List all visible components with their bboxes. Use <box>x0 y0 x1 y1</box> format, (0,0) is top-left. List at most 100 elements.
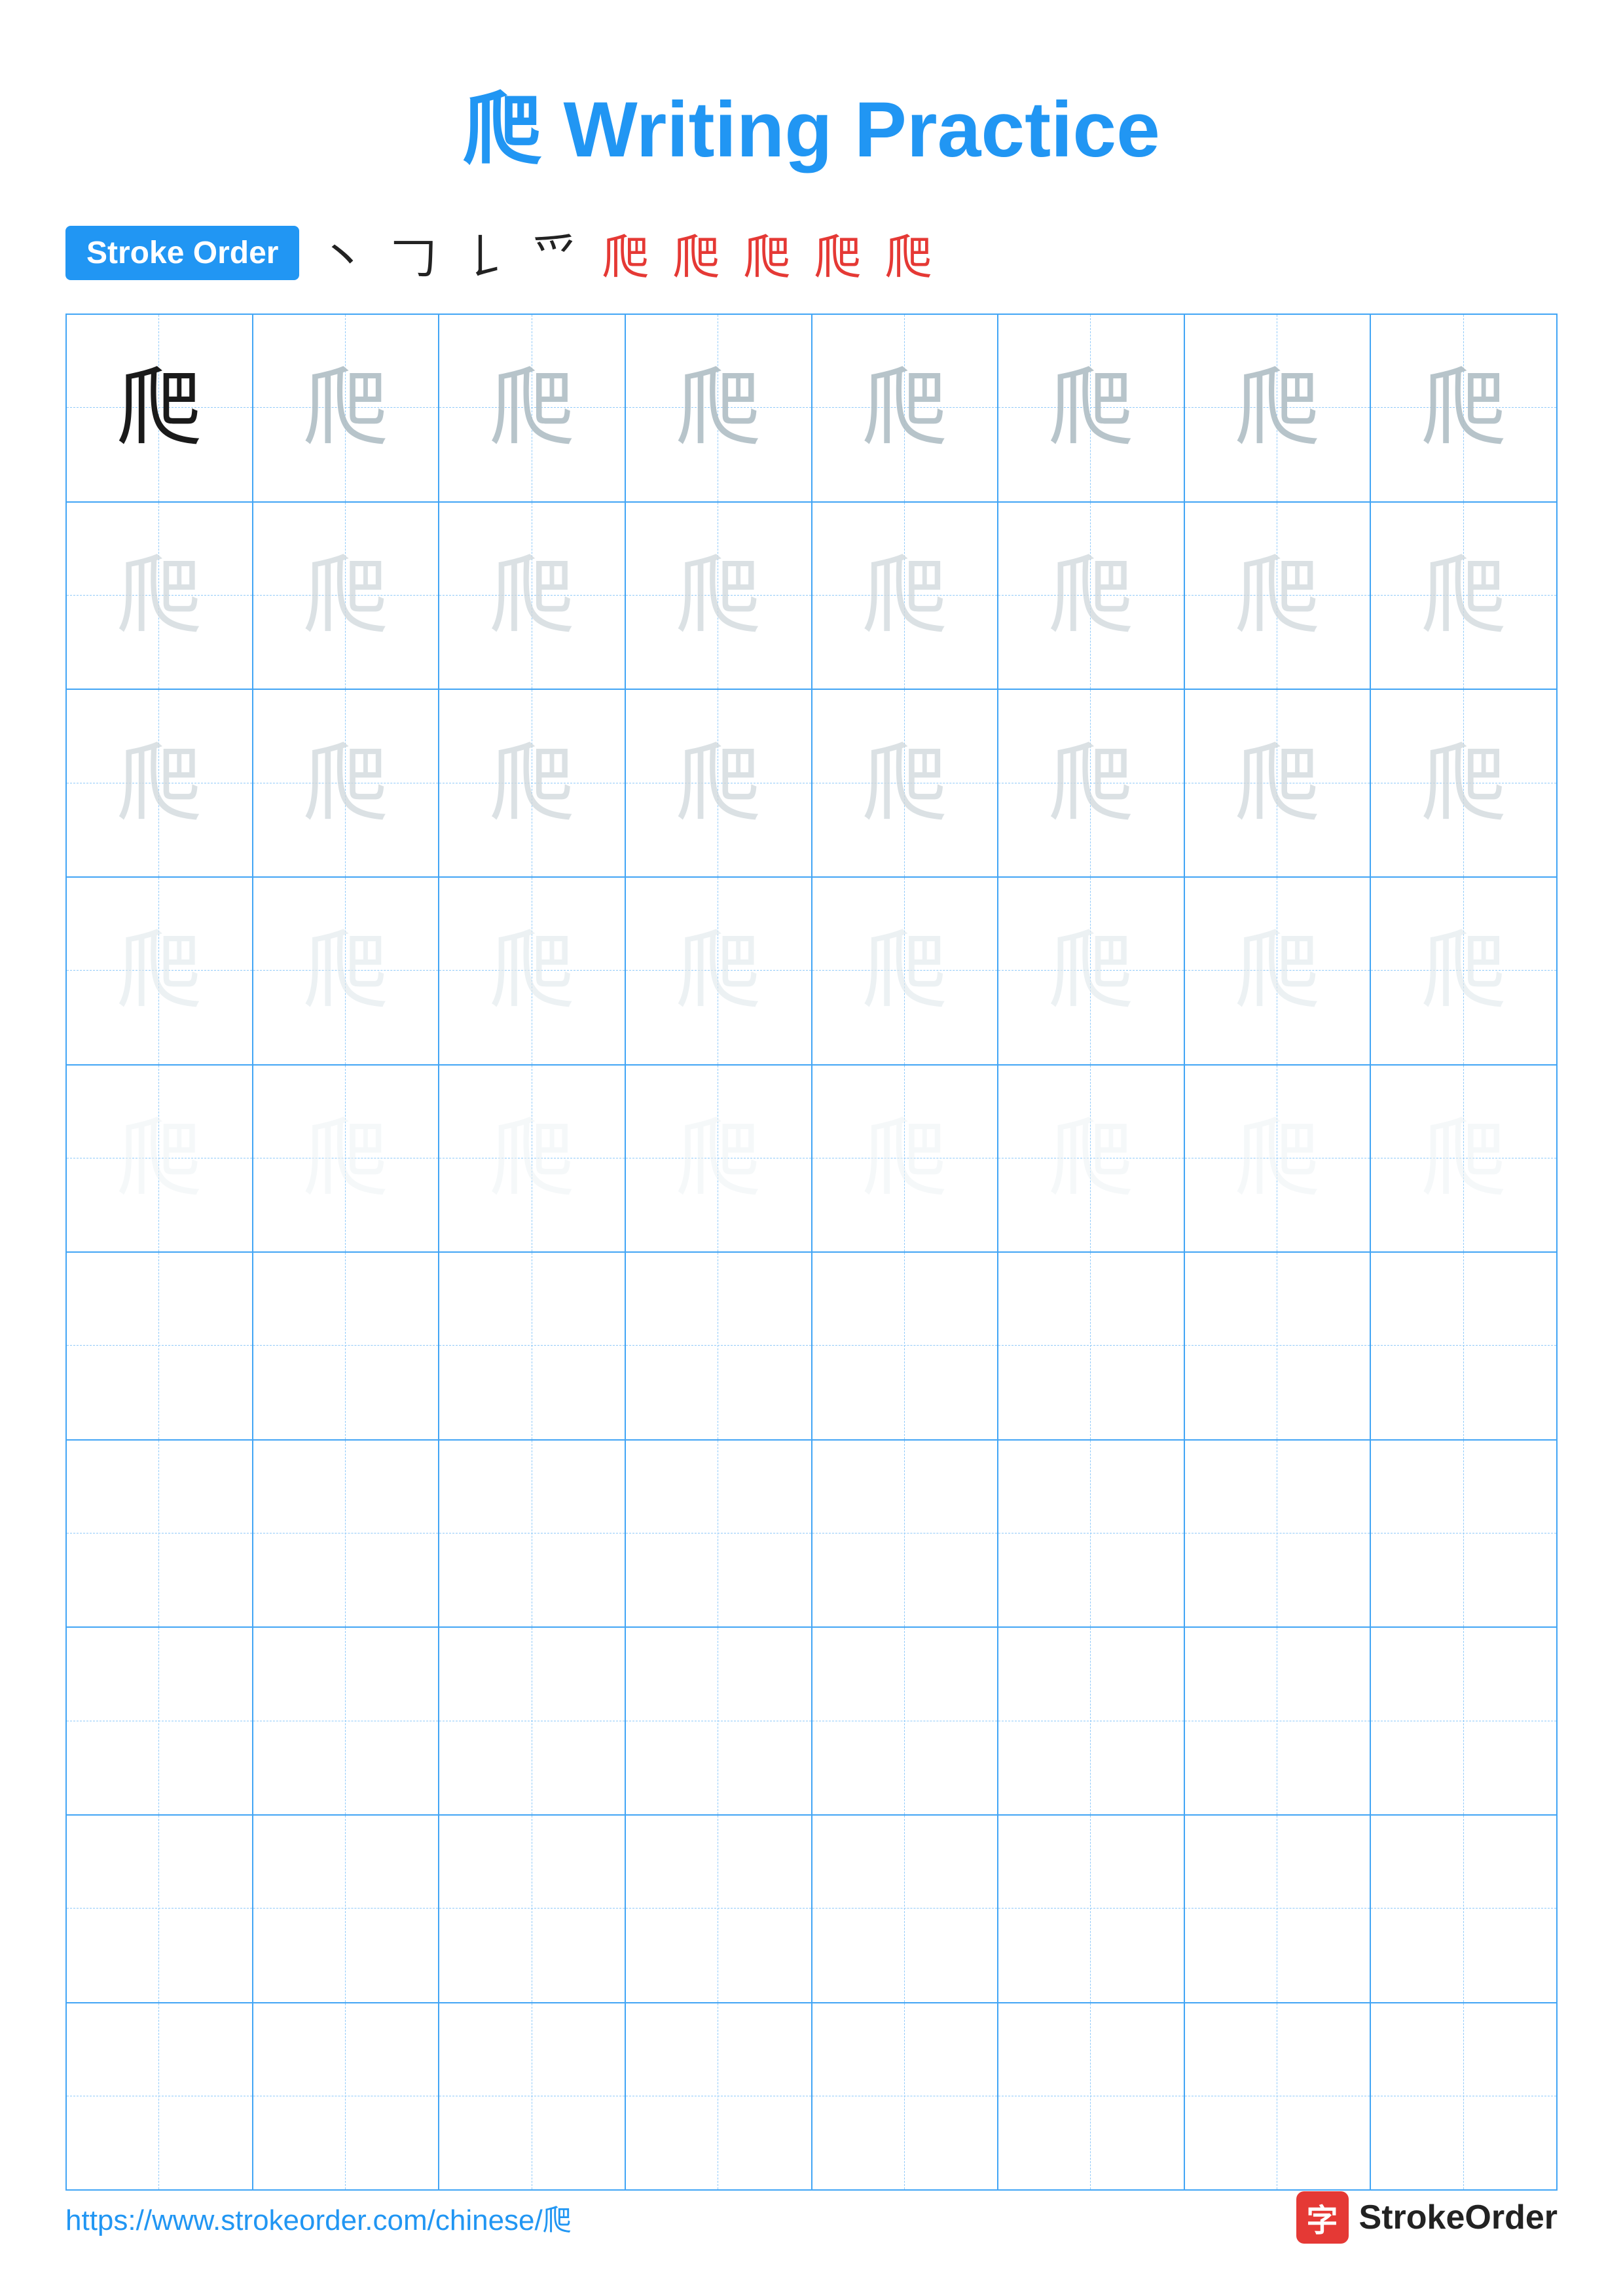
grid-cell-3-5[interactable]: 爬 <box>812 690 999 876</box>
grid-cell-10-4[interactable] <box>626 2003 812 2190</box>
grid-cell-6-2[interactable] <box>253 1253 440 1439</box>
grid-cell-9-7[interactable] <box>1185 1816 1372 2002</box>
grid-cell-1-5[interactable]: 爬 <box>812 315 999 501</box>
grid-cell-9-6[interactable] <box>998 1816 1185 2002</box>
grid-cell-2-3[interactable]: 爬 <box>439 503 626 689</box>
grid-cell-10-7[interactable] <box>1185 2003 1372 2190</box>
grid-cell-7-3[interactable] <box>439 1441 626 1627</box>
stroke-order-row: Stroke Order 丶 𠃌 𠄌 爫 爬 爬 爬 爬 爬 <box>65 219 1558 287</box>
char-display: 爬 <box>303 928 388 1013</box>
grid-cell-3-8[interactable]: 爬 <box>1371 690 1556 876</box>
grid-cell-5-4[interactable]: 爬 <box>626 1066 812 1252</box>
grid-cell-2-1[interactable]: 爬 <box>67 503 253 689</box>
grid-cell-8-4[interactable] <box>626 1628 812 1814</box>
grid-cell-1-4[interactable]: 爬 <box>626 315 812 501</box>
footer-logo-icon: 字 <box>1296 2191 1349 2244</box>
grid-cell-5-8[interactable]: 爬 <box>1371 1066 1556 1252</box>
grid-cell-2-5[interactable]: 爬 <box>812 503 999 689</box>
grid-cell-10-5[interactable] <box>812 2003 999 2190</box>
grid-cell-10-2[interactable] <box>253 2003 440 2190</box>
grid-cell-6-3[interactable] <box>439 1253 626 1439</box>
grid-cell-9-8[interactable] <box>1371 1816 1556 2002</box>
grid-cell-1-3[interactable]: 爬 <box>439 315 626 501</box>
grid-cell-5-6[interactable]: 爬 <box>998 1066 1185 1252</box>
grid-cell-5-7[interactable]: 爬 <box>1185 1066 1372 1252</box>
char-display: 爬 <box>117 365 202 450</box>
grid-cell-3-6[interactable]: 爬 <box>998 690 1185 876</box>
grid-cell-8-7[interactable] <box>1185 1628 1372 1814</box>
char-display: 爬 <box>490 741 575 826</box>
grid-cell-10-3[interactable] <box>439 2003 626 2190</box>
grid-cell-6-5[interactable] <box>812 1253 999 1439</box>
char-display: 爬 <box>1048 365 1133 450</box>
grid-cell-7-5[interactable] <box>812 1441 999 1627</box>
grid-cell-8-1[interactable] <box>67 1628 253 1814</box>
grid-cell-4-2[interactable]: 爬 <box>253 878 440 1064</box>
grid-cell-6-1[interactable] <box>67 1253 253 1439</box>
grid-cell-4-8[interactable]: 爬 <box>1371 878 1556 1064</box>
grid-row-6 <box>67 1253 1556 1441</box>
stroke-1: 丶 <box>319 219 378 287</box>
grid-cell-1-1[interactable]: 爬 <box>67 315 253 501</box>
grid-cell-4-4[interactable]: 爬 <box>626 878 812 1064</box>
grid-cell-9-4[interactable] <box>626 1816 812 2002</box>
char-display: 爬 <box>490 1116 575 1201</box>
char-display: 爬 <box>1421 553 1506 638</box>
grid-cell-3-3[interactable]: 爬 <box>439 690 626 876</box>
grid-cell-8-2[interactable] <box>253 1628 440 1814</box>
grid-cell-6-7[interactable] <box>1185 1253 1372 1439</box>
grid-cell-6-8[interactable] <box>1371 1253 1556 1439</box>
grid-cell-8-6[interactable] <box>998 1628 1185 1814</box>
grid-cell-10-8[interactable] <box>1371 2003 1556 2190</box>
grid-cell-5-5[interactable]: 爬 <box>812 1066 999 1252</box>
grid-cell-3-7[interactable]: 爬 <box>1185 690 1372 876</box>
char-display: 爬 <box>676 553 761 638</box>
grid-cell-3-1[interactable]: 爬 <box>67 690 253 876</box>
grid-cell-2-6[interactable]: 爬 <box>998 503 1185 689</box>
grid-cell-8-3[interactable] <box>439 1628 626 1814</box>
grid-cell-7-4[interactable] <box>626 1441 812 1627</box>
grid-cell-8-8[interactable] <box>1371 1628 1556 1814</box>
char-display: 爬 <box>117 1116 202 1201</box>
grid-cell-10-6[interactable] <box>998 2003 1185 2190</box>
grid-cell-9-1[interactable] <box>67 1816 253 2002</box>
grid-row-7 <box>67 1441 1556 1628</box>
grid-cell-4-7[interactable]: 爬 <box>1185 878 1372 1064</box>
grid-cell-7-1[interactable] <box>67 1441 253 1627</box>
char-display: 爬 <box>1421 741 1506 826</box>
grid-cell-9-5[interactable] <box>812 1816 999 2002</box>
grid-cell-3-2[interactable]: 爬 <box>253 690 440 876</box>
char-display: 爬 <box>862 928 947 1013</box>
grid-cell-4-3[interactable]: 爬 <box>439 878 626 1064</box>
grid-cell-1-8[interactable]: 爬 <box>1371 315 1556 501</box>
grid-cell-8-5[interactable] <box>812 1628 999 1814</box>
grid-cell-4-1[interactable]: 爬 <box>67 878 253 1064</box>
grid-cell-3-4[interactable]: 爬 <box>626 690 812 876</box>
grid-cell-1-2[interactable]: 爬 <box>253 315 440 501</box>
grid-cell-9-3[interactable] <box>439 1816 626 2002</box>
grid-cell-7-6[interactable] <box>998 1441 1185 1627</box>
char-display: 爬 <box>676 1116 761 1201</box>
grid-cell-5-3[interactable]: 爬 <box>439 1066 626 1252</box>
char-display: 爬 <box>303 1116 388 1201</box>
grid-cell-2-8[interactable]: 爬 <box>1371 503 1556 689</box>
char-display: 爬 <box>490 928 575 1013</box>
char-display: 爬 <box>1235 365 1320 450</box>
grid-cell-2-4[interactable]: 爬 <box>626 503 812 689</box>
grid-cell-4-5[interactable]: 爬 <box>812 878 999 1064</box>
grid-cell-9-2[interactable] <box>253 1816 440 2002</box>
grid-cell-2-7[interactable]: 爬 <box>1185 503 1372 689</box>
grid-cell-6-4[interactable] <box>626 1253 812 1439</box>
grid-cell-6-6[interactable] <box>998 1253 1185 1439</box>
grid-cell-5-1[interactable]: 爬 <box>67 1066 253 1252</box>
grid-cell-1-6[interactable]: 爬 <box>998 315 1185 501</box>
grid-cell-10-1[interactable] <box>67 2003 253 2190</box>
grid-cell-7-7[interactable] <box>1185 1441 1372 1627</box>
grid-cell-5-2[interactable]: 爬 <box>253 1066 440 1252</box>
grid-cell-2-2[interactable]: 爬 <box>253 503 440 689</box>
grid-cell-7-8[interactable] <box>1371 1441 1556 1627</box>
footer-url: https://www.strokeorder.com/chinese/爬 <box>65 2197 572 2238</box>
grid-cell-7-2[interactable] <box>253 1441 440 1627</box>
grid-cell-4-6[interactable]: 爬 <box>998 878 1185 1064</box>
grid-cell-1-7[interactable]: 爬 <box>1185 315 1372 501</box>
